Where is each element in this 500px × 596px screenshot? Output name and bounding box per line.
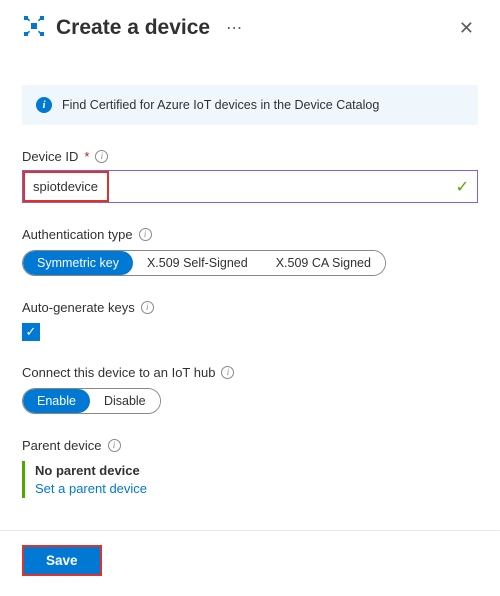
- auth-type-label: Authentication type: [22, 227, 133, 242]
- device-id-field: Device ID * i ✓: [22, 149, 478, 203]
- device-icon: [22, 14, 46, 41]
- auth-type-field: Authentication type i Symmetric key X.50…: [22, 227, 478, 276]
- connect-option-enable[interactable]: Enable: [23, 389, 90, 413]
- more-actions-button[interactable]: ⋯: [226, 18, 243, 38]
- help-icon[interactable]: i: [221, 366, 234, 379]
- panel-header: Create a device ⋯ ✕: [22, 14, 478, 41]
- auto-generate-checkbox[interactable]: ✓: [22, 323, 40, 341]
- parent-device-label: Parent device: [22, 438, 102, 453]
- auth-option-x509-ca[interactable]: X.509 CA Signed: [262, 251, 385, 275]
- help-icon[interactable]: i: [141, 301, 154, 314]
- valid-checkmark-icon: ✓: [456, 177, 477, 197]
- help-icon[interactable]: i: [95, 150, 108, 163]
- connect-hub-field: Connect this device to an IoT hub i Enab…: [22, 365, 478, 414]
- info-banner-text: Find Certified for Azure IoT devices in …: [62, 98, 379, 112]
- connect-hub-toggle: Enable Disable: [22, 388, 161, 414]
- help-icon[interactable]: i: [108, 439, 121, 452]
- device-id-label: Device ID: [22, 149, 78, 164]
- close-button[interactable]: ✕: [455, 15, 478, 41]
- auth-option-x509-self[interactable]: X.509 Self-Signed: [133, 251, 262, 275]
- page-title: Create a device: [56, 16, 210, 40]
- info-icon: i: [36, 97, 52, 113]
- parent-device-field: Parent device i No parent device Set a p…: [22, 438, 478, 498]
- auto-generate-field: Auto-generate keys i ✓: [22, 300, 478, 341]
- device-id-input[interactable]: [25, 173, 107, 200]
- connect-option-disable[interactable]: Disable: [90, 389, 160, 413]
- help-icon[interactable]: i: [139, 228, 152, 241]
- parent-device-status: No parent device: [35, 463, 478, 478]
- auto-generate-label: Auto-generate keys: [22, 300, 135, 315]
- set-parent-device-link[interactable]: Set a parent device: [35, 481, 478, 496]
- save-button[interactable]: Save: [24, 547, 100, 574]
- connect-hub-label: Connect this device to an IoT hub: [22, 365, 215, 380]
- auth-option-symmetric[interactable]: Symmetric key: [23, 251, 133, 275]
- auth-type-toggle: Symmetric key X.509 Self-Signed X.509 CA…: [22, 250, 386, 276]
- required-asterisk: *: [84, 149, 89, 164]
- info-banner: i Find Certified for Azure IoT devices i…: [22, 85, 478, 125]
